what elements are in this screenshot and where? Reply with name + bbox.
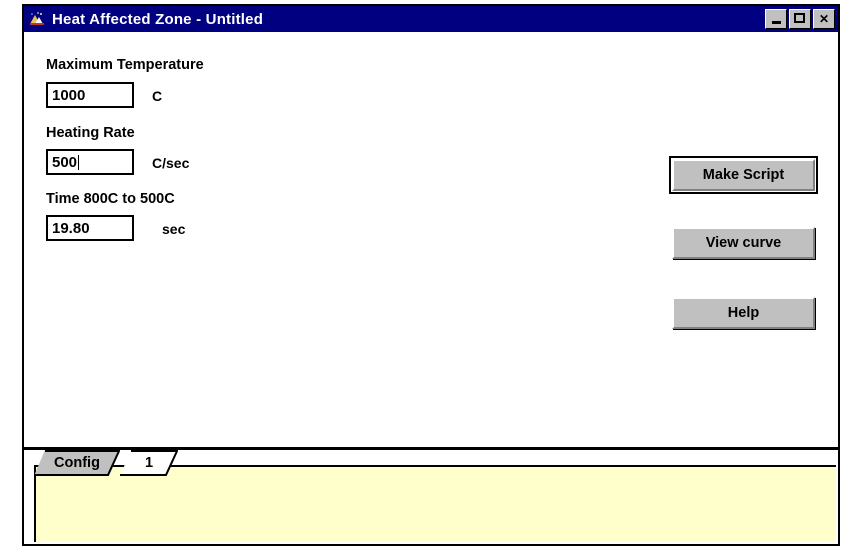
view-curve-button[interactable]: View curve <box>672 227 815 259</box>
window-controls: ✕ <box>765 9 835 29</box>
text-caret <box>78 154 80 170</box>
tab-config[interactable]: Config <box>34 450 120 476</box>
input-time-800c-to-500c[interactable]: 19.80 <box>46 215 134 241</box>
minimize-button[interactable] <box>765 9 787 29</box>
view-curve-button-label: View curve <box>705 235 782 251</box>
unit-maximum-temperature: C <box>152 88 163 104</box>
close-icon: ✕ <box>818 12 830 26</box>
screenshot-root: Heat Affected Zone - Untitled ✕ Maximum … <box>0 0 861 560</box>
main-panel: Maximum Temperature 1000 C Heating Rate … <box>24 32 838 450</box>
label-heating-rate: Heating Rate <box>46 125 135 141</box>
tab-strip: Config 1 <box>24 450 838 544</box>
tab-page-content <box>34 465 836 542</box>
maximize-button[interactable] <box>789 9 811 29</box>
label-maximum-temperature: Maximum Temperature <box>46 57 204 73</box>
input-heating-rate-value: 500 <box>52 153 78 171</box>
title-bar: Heat Affected Zone - Untitled ✕ <box>24 6 838 32</box>
application-window: Heat Affected Zone - Untitled ✕ Maximum … <box>22 4 840 546</box>
maximize-icon <box>794 13 805 23</box>
tab-config-label: Config <box>54 455 100 471</box>
close-button[interactable]: ✕ <box>813 9 835 29</box>
make-script-button-label: Make Script <box>702 167 785 183</box>
label-time-800c-to-500c: Time 800C to 500C <box>46 191 175 207</box>
help-button-label: Help <box>727 305 760 321</box>
minimize-icon <box>772 21 781 24</box>
tab-1-label: 1 <box>144 455 154 471</box>
app-icon <box>28 10 46 28</box>
window-title: Heat Affected Zone - Untitled <box>52 10 264 28</box>
help-button[interactable]: Help <box>672 297 815 329</box>
unit-heating-rate: C/sec <box>152 155 190 171</box>
input-maximum-temperature-value: 1000 <box>52 86 86 104</box>
input-time-800c-to-500c-value: 19.80 <box>52 219 90 237</box>
make-script-button[interactable]: Make Script <box>669 156 818 194</box>
unit-time-800c-to-500c: sec <box>162 221 186 237</box>
input-heating-rate[interactable]: 500 <box>46 149 134 175</box>
input-maximum-temperature[interactable]: 1000 <box>46 82 134 108</box>
